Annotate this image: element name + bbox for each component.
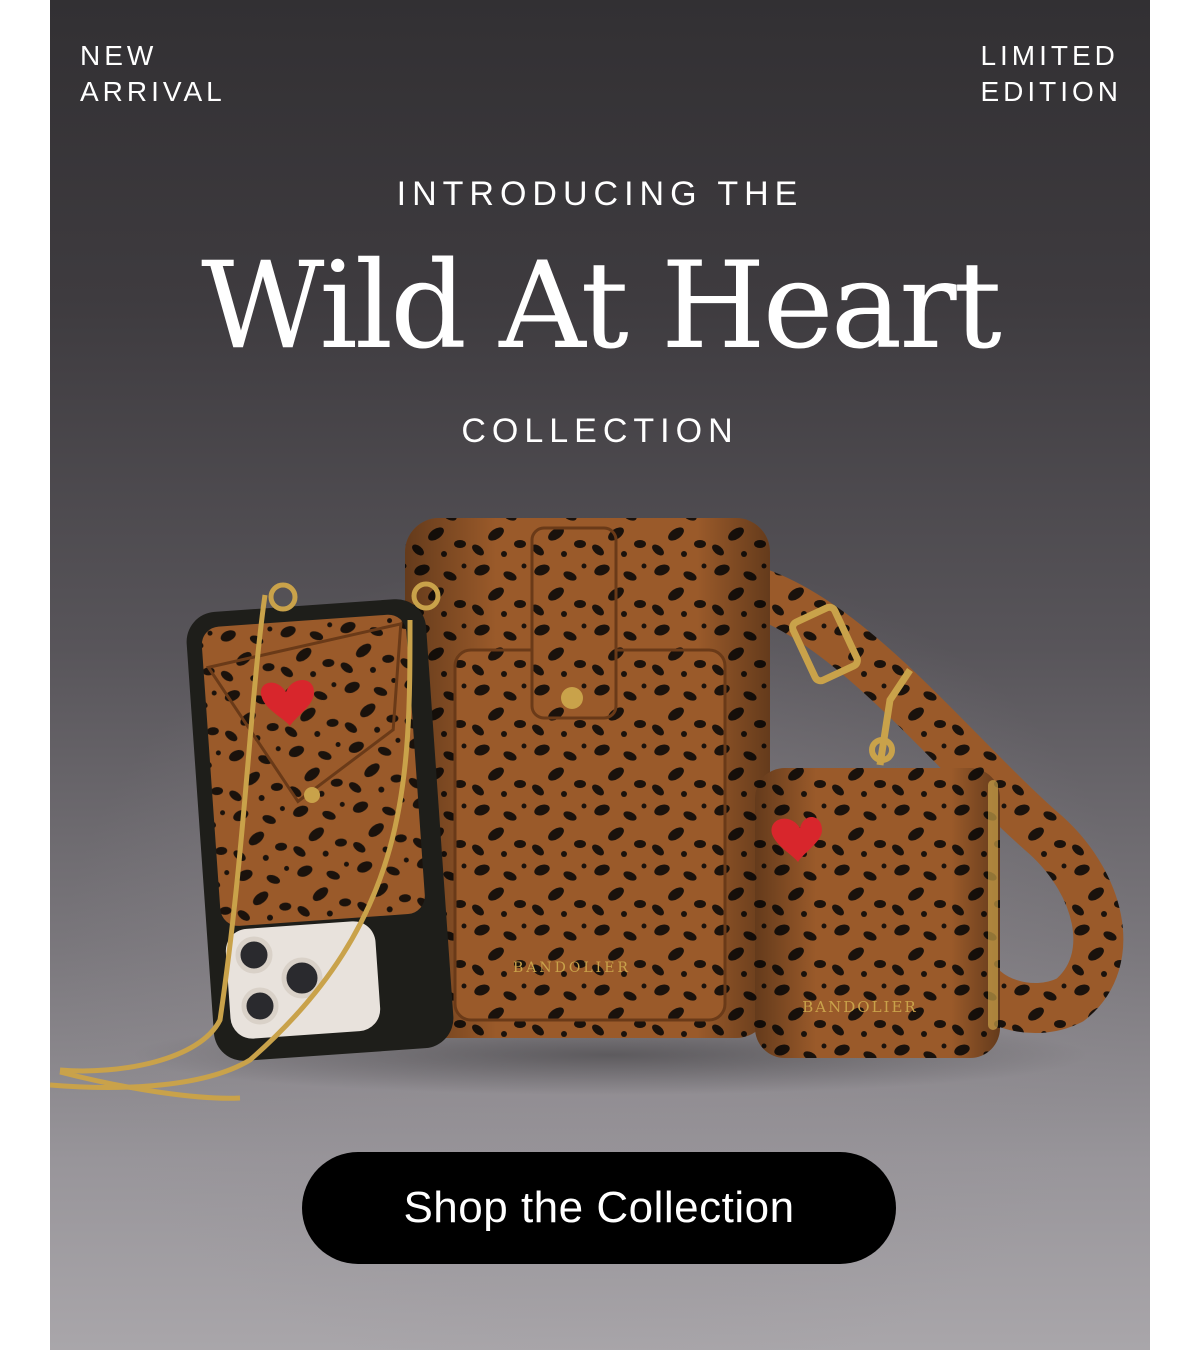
collection-label: COLLECTION xyxy=(461,412,739,450)
product-photo: BANDOLIER BANDOLIER xyxy=(50,518,1124,1101)
email-canvas: NEW ARRIVAL LIMITED EDITION INTRODUCING … xyxy=(0,0,1200,1350)
bag-brand-mark: BANDOLIER xyxy=(513,960,631,976)
pouch-brand-mark: BANDOLIER xyxy=(802,998,917,1016)
collection-title: Wild At Heart xyxy=(201,237,1002,376)
shop-collection-button[interactable]: Shop the Collection xyxy=(302,1152,896,1264)
new-arrival-label: NEW ARRIVAL xyxy=(80,40,226,107)
hero-banner: NEW ARRIVAL LIMITED EDITION INTRODUCING … xyxy=(50,0,1150,1350)
introducing-label: INTRODUCING THE xyxy=(396,175,804,213)
limited-edition-label: LIMITED EDITION xyxy=(980,40,1122,107)
